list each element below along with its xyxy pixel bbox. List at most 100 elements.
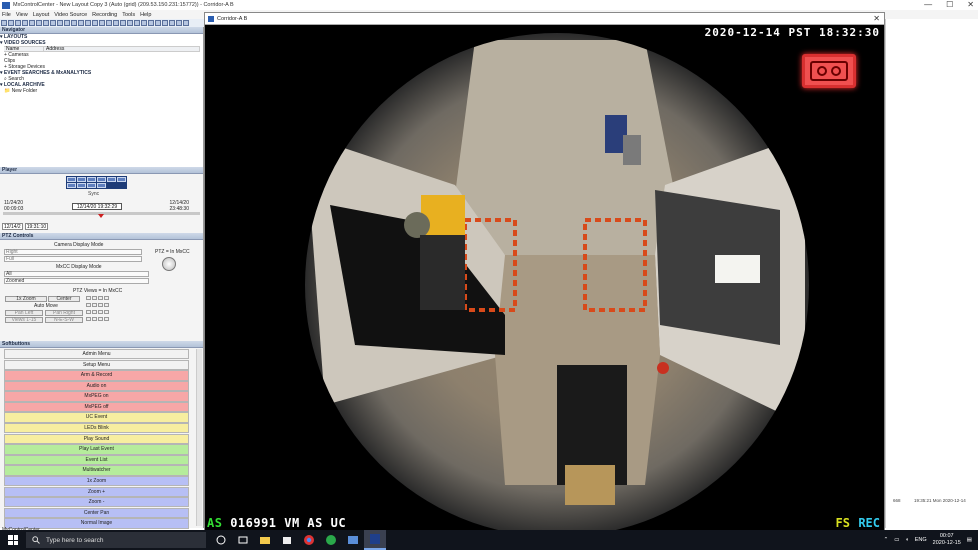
toolbar-button[interactable] [120, 20, 126, 26]
pan-left-button[interactable]: Pan Left [5, 310, 43, 316]
toolbar-button[interactable] [29, 20, 35, 26]
menu-layout[interactable]: Layout [33, 12, 50, 18]
toolbar-button[interactable] [155, 20, 161, 26]
close-button[interactable]: ✕ [967, 0, 974, 10]
softbutton-mxpeg-on[interactable]: MxPEG on [4, 391, 189, 402]
toolbar-button[interactable] [1, 20, 7, 26]
tree-item-new-folder[interactable]: 📁 New Folder [0, 88, 203, 94]
ptz-view-button[interactable] [86, 296, 91, 300]
softbutton-admin-menu[interactable]: Admin Menu [4, 349, 189, 360]
toolbar-button[interactable] [113, 20, 119, 26]
camera-display-mode-select-2[interactable]: Full [4, 256, 142, 262]
ptz-view-button[interactable] [98, 317, 103, 321]
menu-tools[interactable]: Tools [122, 12, 135, 18]
toolbar-button[interactable] [85, 20, 91, 26]
ptz-center-button[interactable]: Center [48, 296, 80, 302]
photos-icon[interactable] [342, 530, 364, 550]
ptz-view-button[interactable] [98, 303, 103, 307]
softbutton-event-list[interactable]: Event List [4, 454, 189, 466]
ptz-view-button[interactable] [104, 310, 109, 314]
maximize-button[interactable]: ☐ [946, 0, 953, 10]
chrome-icon[interactable] [298, 530, 320, 550]
tray-chevron-icon[interactable]: ⌃ [884, 537, 889, 543]
sync-checkbox[interactable]: Sync [88, 191, 99, 197]
toolbar-button[interactable] [92, 20, 98, 26]
ptz-joystick[interactable] [162, 257, 176, 271]
minimize-button[interactable]: — [924, 0, 932, 10]
toolbar-button[interactable] [183, 20, 189, 26]
softbutton-multiwatcher[interactable]: Multiwatcher [4, 465, 189, 476]
toolbar-button[interactable] [15, 20, 21, 26]
browser-icon[interactable] [320, 530, 342, 550]
player-control-button[interactable] [107, 177, 116, 182]
toolbar-button[interactable] [50, 20, 56, 26]
toolbar-button[interactable] [43, 20, 49, 26]
cortana-icon[interactable] [210, 530, 232, 550]
toolbar-button[interactable] [134, 20, 140, 26]
softbutton-leds-blink[interactable]: LEDs Blink [4, 423, 189, 434]
toolbar-button[interactable] [22, 20, 28, 26]
windows-start-icon[interactable] [8, 535, 18, 545]
date-input[interactable]: 12/14/2 [2, 223, 23, 230]
pan-right-button[interactable]: Pan Right [45, 310, 83, 316]
ptz-view-button[interactable] [92, 296, 97, 300]
time-input[interactable]: 19:31:10 [24, 223, 49, 230]
softbuttons-scrollbar[interactable] [196, 349, 202, 526]
player-control-button[interactable] [87, 183, 96, 188]
menu-file[interactable]: File [2, 12, 11, 18]
video-close-button[interactable]: ✕ [873, 14, 880, 23]
toolbar-button[interactable] [36, 20, 42, 26]
mxcc-display-mode-select-1[interactable]: All [4, 271, 149, 277]
column-address[interactable]: Address [44, 47, 200, 52]
player-control-button[interactable] [67, 183, 76, 188]
nesw-button[interactable]: N-E-S-W [45, 317, 83, 323]
player-control-button[interactable] [87, 177, 96, 182]
softbutton-setup-menu[interactable]: Setup Menu [4, 359, 189, 370]
toolbar-button[interactable] [127, 20, 133, 26]
taskbar-clock[interactable]: 00:07 2020-12-15 [933, 533, 961, 547]
network-icon[interactable]: ▭ [894, 537, 899, 543]
player-control-button[interactable] [97, 183, 106, 188]
taskbar-search[interactable]: Type here to search [26, 532, 206, 548]
menu-video-source[interactable]: Video Source [54, 12, 87, 18]
ptz-view-button[interactable] [92, 310, 97, 314]
ptz-view-button[interactable] [92, 317, 97, 321]
menu-help[interactable]: Help [140, 12, 151, 18]
player-control-button[interactable] [67, 177, 76, 182]
ptz-view-button[interactable] [86, 303, 91, 307]
softbutton-uc-event[interactable]: UC Event [4, 412, 189, 423]
ptz-zoom-button[interactable]: 1x Zoom [5, 296, 47, 302]
toolbar-button[interactable] [64, 20, 70, 26]
toolbar-button[interactable] [141, 20, 147, 26]
player-control-button[interactable] [77, 177, 86, 182]
mxcontrolcenter-taskbar-icon[interactable] [364, 530, 386, 550]
softbutton-zoom[interactable]: Zoom + [4, 486, 189, 497]
ptz-view-button[interactable] [104, 317, 109, 321]
notification-icon[interactable]: ▤ [967, 537, 972, 543]
ptz-view-button[interactable] [86, 310, 91, 314]
softbutton-zoom[interactable]: Zoom - [4, 497, 189, 508]
ptz-view-button[interactable] [86, 317, 91, 321]
ptz-view-button[interactable] [104, 303, 109, 307]
store-icon[interactable] [276, 530, 298, 550]
toolbar-button[interactable] [106, 20, 112, 26]
menu-view[interactable]: View [16, 12, 28, 18]
mxcc-display-mode-select-2[interactable]: Zoomed [4, 278, 149, 284]
toolbar-button[interactable] [169, 20, 175, 26]
player-control-button[interactable] [117, 177, 126, 182]
volume-icon[interactable]: ◖ [905, 537, 908, 543]
timeline-marker[interactable] [98, 214, 104, 218]
softbutton-arm-record[interactable]: Arm & Record [4, 370, 189, 381]
player-control-button[interactable] [97, 177, 106, 182]
column-name[interactable]: Name [4, 47, 44, 52]
fisheye-video-feed[interactable] [205, 25, 884, 534]
toolbar-button[interactable] [162, 20, 168, 26]
toolbar-button[interactable] [8, 20, 14, 26]
softbutton-center-pan[interactable]: Center Pan [4, 507, 189, 519]
toolbar-button[interactable] [176, 20, 182, 26]
softbutton-mxpeg-off[interactable]: MxPEG off [4, 401, 189, 413]
ptz-view-button[interactable] [92, 303, 97, 307]
toolbar-button[interactable] [148, 20, 154, 26]
toolbar-button[interactable] [99, 20, 105, 26]
toolbar-button[interactable] [78, 20, 84, 26]
